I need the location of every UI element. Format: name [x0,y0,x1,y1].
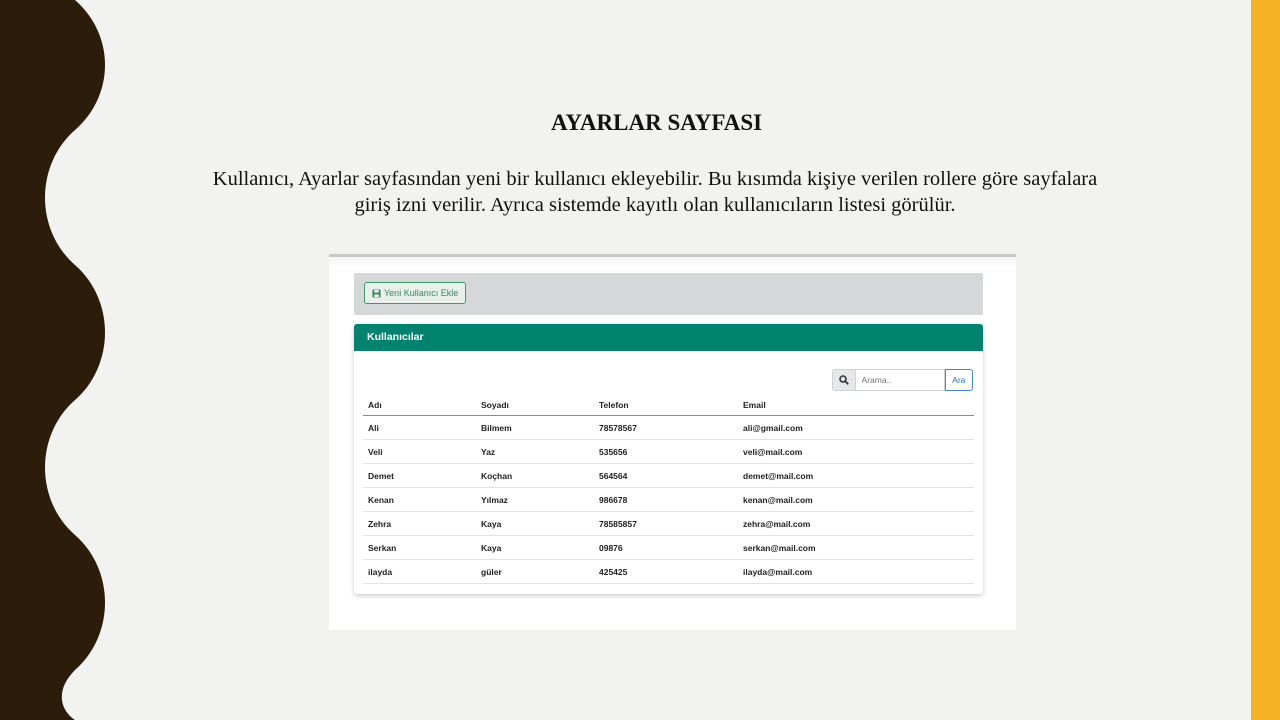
column-header-surname[interactable]: Soyadı [476,395,594,416]
cell-phone: 425425 [594,559,738,584]
cell-surname: Yılmaz [476,487,594,512]
cell-surname: Koçhan [476,463,594,488]
cell-email: serkan@mail.com [738,535,974,560]
cell-phone: 09876 [594,535,738,560]
column-header-email[interactable]: Email [738,395,974,416]
left-wave-decoration [0,0,105,720]
users-panel-title: Kullanıcılar [354,324,983,351]
cell-surname: Bilmem [476,415,594,440]
table-row[interactable]: ilayda güler 425425 ilayda@mail.com [363,559,974,584]
cell-phone: 78578567 [594,415,738,440]
cell-phone: 564564 [594,463,738,488]
column-header-name[interactable]: Adı [363,395,476,416]
cell-name: Ali [363,415,476,440]
cell-phone: 78585857 [594,511,738,536]
search-icon [832,369,856,391]
save-icon [372,288,381,298]
cell-phone: 535656 [594,439,738,464]
table-header-row: Adı Soyadı Telefon Email [363,395,974,416]
cell-surname: Yaz [476,439,594,464]
table-row[interactable]: Veli Yaz 535656 veli@mail.com [363,439,974,464]
cell-name: Demet [363,463,476,488]
cell-email: veli@mail.com [738,439,974,464]
cell-name: ilayda [363,559,476,584]
search-button[interactable]: Ara [944,369,973,391]
toolbar: Yeni Kullanıcı Ekle [354,273,983,315]
table-row[interactable]: Ali Bilmem 78578567 ali@gmail.com [363,415,974,440]
column-header-phone[interactable]: Telefon [594,395,738,416]
page-description: Kullanıcı, Ayarlar sayfasından yeni bir … [212,168,1098,216]
table-row[interactable]: Serkan Kaya 09876 serkan@mail.com [363,535,974,560]
cell-surname: Kaya [476,511,594,536]
cell-name: Kenan [363,487,476,512]
right-accent-bar [1251,0,1280,720]
search-input[interactable] [855,369,945,391]
app-screenshot: Yeni Kullanıcı Ekle Kullanıcılar Ara Adı… [329,254,1016,630]
table-row[interactable]: Demet Koçhan 564564 demet@mail.com [363,463,974,488]
cell-surname: güler [476,559,594,584]
cell-email: zehra@mail.com [738,511,974,536]
search-group: Ara [832,369,973,391]
table-row[interactable]: Zehra Kaya 78585857 zehra@mail.com [363,511,974,536]
users-panel: Kullanıcılar Ara Adı Soyadı Telefon Emai… [354,324,983,594]
cell-email: ilayda@mail.com [738,559,974,584]
cell-email: ali@gmail.com [738,415,974,440]
cell-name: Serkan [363,535,476,560]
browser-top-edge [329,254,1016,268]
add-user-button[interactable]: Yeni Kullanıcı Ekle [364,282,467,304]
cell-phone: 986678 [594,487,738,512]
users-table: Adı Soyadı Telefon Email Ali Bilmem 7857… [363,395,974,584]
add-user-label: Yeni Kullanıcı Ekle [384,288,459,298]
cell-surname: Kaya [476,535,594,560]
table-row[interactable]: Kenan Yılmaz 986678 kenan@mail.com [363,487,974,512]
cell-email: kenan@mail.com [738,487,974,512]
page-title: AYARLAR SAYFASI [550,110,763,135]
cell-name: Zehra [363,511,476,536]
cell-name: Veli [363,439,476,464]
cell-email: demet@mail.com [738,463,974,488]
